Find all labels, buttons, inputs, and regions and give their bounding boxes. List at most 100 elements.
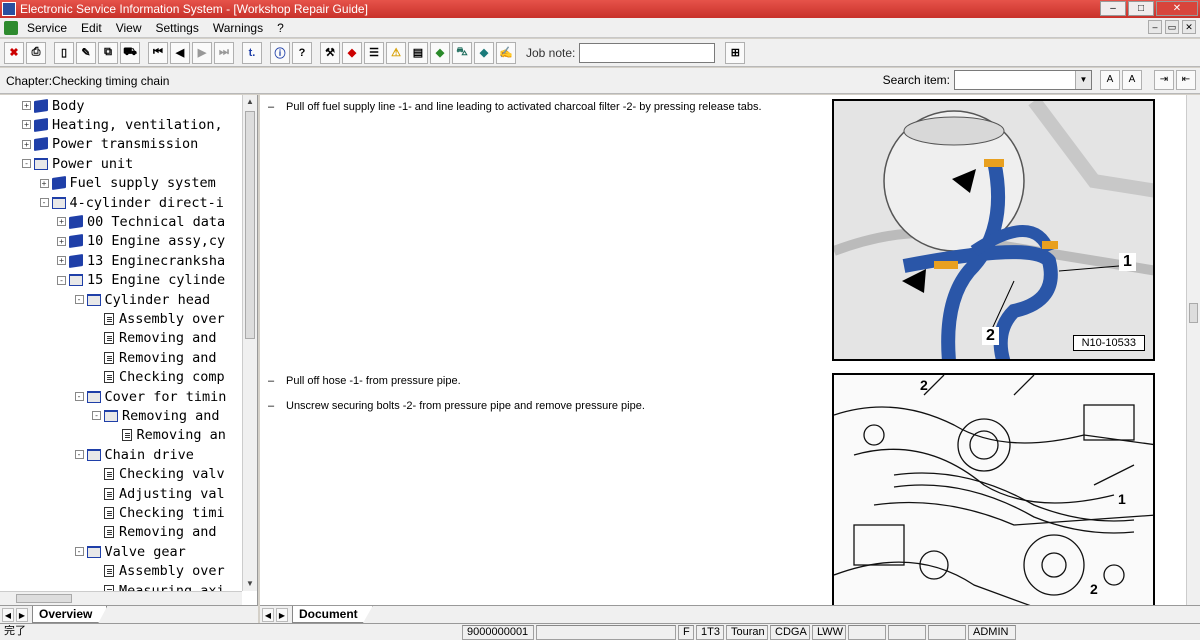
print-icon[interactable]: ⎙ (26, 41, 46, 64)
menu-settings[interactable]: Settings (149, 21, 206, 35)
tree-item[interactable]: - Cover for timin (74, 387, 226, 406)
job-note-input[interactable] (579, 42, 716, 63)
tree-item[interactable]: Removing an (110, 426, 226, 445)
last-page-icon[interactable]: ⏭ (214, 41, 234, 64)
document-vertical-scrollbar[interactable] (1186, 95, 1200, 605)
document-app-icon[interactable] (4, 20, 18, 35)
tree-item[interactable]: Removing and (92, 348, 217, 367)
tree-horizontal-scrollbar[interactable] (0, 591, 242, 605)
collapse-icon[interactable]: - (22, 159, 31, 169)
new-document-icon[interactable]: ▯ (54, 41, 74, 64)
copy-icon[interactable]: ⧉ (98, 41, 118, 64)
tab-next-icon[interactable]: ▶ (16, 607, 28, 622)
tree-item[interactable]: - Removing and (92, 406, 220, 425)
scroll-down-icon[interactable]: ▼ (243, 577, 257, 591)
edit-document-icon[interactable]: ✎ (76, 41, 96, 64)
search-item-select[interactable]: ▼ (954, 70, 1092, 90)
tree-item[interactable]: +10 Engine assy,cy (57, 232, 225, 251)
menu-service[interactable]: Service (20, 21, 74, 35)
expand-icon[interactable]: + (57, 256, 66, 266)
expand-icon[interactable]: + (22, 139, 31, 149)
tree-item[interactable]: Removing and (92, 523, 217, 542)
tree-item[interactable]: Removing and (92, 329, 217, 348)
previous-page-icon[interactable]: ◀ (170, 41, 190, 64)
car-icon[interactable]: ⛍ (452, 41, 472, 64)
tree-item[interactable]: +00 Technical data (57, 212, 225, 231)
tree-item[interactable]: Checking valv (92, 465, 225, 484)
tree-item[interactable]: + Body (22, 96, 85, 115)
hscroll-thumb[interactable] (16, 594, 72, 603)
notes-icon[interactable]: ✍ (496, 41, 516, 64)
menu-warnings[interactable]: Warnings (206, 21, 270, 35)
collapse-icon[interactable]: - (74, 295, 84, 304)
first-page-icon[interactable]: ⏮ (148, 41, 168, 64)
list-icon[interactable]: ☰ (364, 41, 384, 64)
tree-item[interactable]: - Cylinder head (74, 290, 210, 309)
tab-document[interactable]: Document (292, 606, 373, 623)
menu-view[interactable]: View (109, 21, 149, 35)
minimize-button[interactable]: – (1100, 1, 1126, 16)
tree-item[interactable]: Checking comp (92, 368, 225, 387)
tree-item[interactable]: +13 Enginecranksha (57, 251, 225, 270)
red-book-icon[interactable]: ◆ (342, 41, 362, 64)
tree-item[interactable]: - 4-cylinder direct-i (39, 193, 224, 212)
expand-icon[interactable]: + (57, 217, 66, 227)
tab-next-icon[interactable]: ▶ (276, 607, 288, 622)
tree-item[interactable]: - 15 Engine cylinde (57, 271, 225, 290)
next-page-icon[interactable]: ▶ (192, 41, 212, 64)
warning-icon[interactable]: ⚠ (386, 41, 406, 64)
tree-item[interactable]: Adjusting val (92, 484, 225, 503)
tree-item[interactable]: Assembly over (92, 562, 225, 581)
collapse-tree-icon[interactable]: ⇤ (1176, 70, 1196, 90)
search-forward-icon[interactable]: A (1100, 70, 1120, 90)
exit-icon[interactable]: ✖ (4, 41, 24, 64)
expand-icon[interactable]: + (22, 101, 31, 110)
menu-edit[interactable]: Edit (74, 21, 109, 35)
scroll-thumb[interactable] (245, 111, 255, 339)
closed-book-icon (69, 234, 83, 249)
tree-item[interactable]: + Fuel supply system (39, 174, 216, 193)
vehicle-icon[interactable]: ⛟ (120, 41, 140, 64)
expand-tree-icon[interactable]: ⇥ (1154, 70, 1174, 90)
collapse-icon[interactable]: - (57, 275, 66, 285)
collapse-icon[interactable]: - (74, 392, 84, 401)
close-button[interactable]: ✕ (1156, 1, 1198, 16)
maximize-button[interactable]: □ (1128, 1, 1154, 16)
info-icon[interactable]: ⓘ (270, 41, 290, 64)
tab-prev-icon[interactable]: ◀ (262, 607, 274, 622)
scroll-up-icon[interactable]: ▲ (243, 95, 257, 109)
teal-book-icon[interactable]: ◆ (474, 41, 494, 64)
tree-item[interactable]: Checking timi (92, 503, 225, 522)
collapse-icon[interactable]: - (39, 198, 49, 207)
tree-item[interactable]: + Power transmission (22, 135, 198, 154)
tree-vertical-scrollbar[interactable]: ▲ ▼ (242, 95, 257, 591)
mdi-close-button[interactable]: ✕ (1182, 20, 1196, 34)
callout-2: 2 (982, 327, 999, 345)
job-note-edit-icon[interactable]: ⊞ (725, 41, 746, 64)
expand-icon[interactable]: + (22, 120, 31, 130)
tree-item[interactable]: - Power unit (22, 154, 133, 173)
jump-icon[interactable]: t. (242, 41, 262, 64)
tree-item[interactable]: + Heating, ventilation, (22, 115, 223, 134)
tree-item[interactable]: Measuring axi (92, 581, 225, 591)
help-icon[interactable]: ? (292, 41, 312, 64)
mdi-restore-button[interactable]: ▭ (1165, 20, 1179, 34)
menu-help[interactable]: ? (270, 21, 291, 35)
collapse-icon[interactable]: - (74, 450, 84, 460)
expand-icon[interactable]: + (57, 236, 66, 246)
mdi-minimize-button[interactable]: – (1148, 20, 1162, 34)
save-icon[interactable]: ▤ (408, 41, 428, 64)
chevron-down-icon[interactable]: ▼ (1075, 71, 1091, 89)
tools-icon[interactable]: ⚒ (320, 41, 340, 64)
tab-prev-icon[interactable]: ◀ (2, 607, 14, 622)
tree-item[interactable]: - Chain drive (74, 445, 194, 464)
collapse-icon[interactable]: - (74, 547, 84, 557)
expand-icon[interactable]: + (39, 178, 49, 188)
tab-overview[interactable]: Overview (32, 606, 108, 623)
search-back-icon[interactable]: A (1122, 70, 1142, 90)
green-book-icon[interactable]: ◆ (430, 41, 450, 64)
tree-item[interactable]: Assembly over (92, 309, 225, 328)
collapse-icon[interactable]: - (92, 411, 101, 421)
tree-item[interactable]: - Valve gear (74, 542, 186, 561)
document-scroll-thumb[interactable] (1189, 303, 1198, 323)
